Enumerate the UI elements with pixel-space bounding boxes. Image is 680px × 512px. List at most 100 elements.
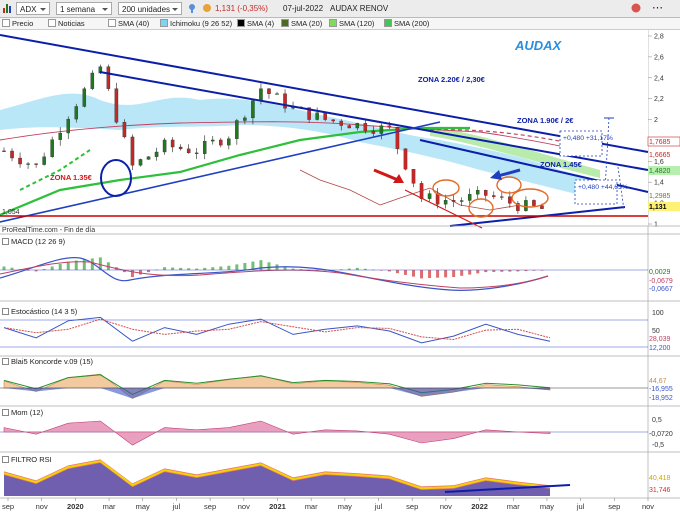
koncorde-value-2: -16,955 bbox=[649, 386, 673, 393]
legend-item-noticias[interactable]: Noticias bbox=[48, 19, 85, 29]
macd-bar bbox=[219, 266, 223, 270]
macd-bar bbox=[171, 267, 175, 270]
legend-item-precio[interactable]: Precio bbox=[2, 19, 33, 29]
candle-body bbox=[74, 106, 79, 120]
candle-body bbox=[211, 139, 215, 142]
candle-body bbox=[243, 117, 247, 121]
macd-value-1: 0,0029 bbox=[649, 269, 671, 276]
x-tick-label: nov bbox=[440, 502, 452, 511]
period-select[interactable]: 1 semana bbox=[56, 2, 112, 15]
x-tick-label: mar bbox=[103, 502, 116, 511]
price-tick: 1,4 bbox=[654, 180, 664, 187]
ticker-select[interactable]: ADX bbox=[16, 2, 50, 15]
pin-icon[interactable] bbox=[186, 2, 198, 15]
chart-title: AUDAX bbox=[514, 38, 563, 53]
macd-bar bbox=[436, 270, 440, 278]
price-tick: 1 bbox=[654, 222, 658, 229]
mom-value: -0,0720 bbox=[649, 431, 673, 438]
window-icon[interactable] bbox=[630, 2, 642, 15]
macd-bar bbox=[139, 270, 142, 275]
macd-panel: 0,0029 -0,0679 -0,0667 bbox=[0, 257, 673, 293]
macd-bar bbox=[355, 267, 359, 270]
momentum-title[interactable]: Mom (12) bbox=[2, 408, 43, 417]
macd-bar bbox=[82, 259, 86, 270]
candle-body bbox=[219, 139, 223, 146]
legend-item-sma40[interactable]: SMA (40) bbox=[108, 19, 149, 29]
macd-bar bbox=[130, 270, 134, 277]
koncorde-title[interactable]: Blai5 Koncorde v.09 (15) bbox=[2, 357, 93, 366]
x-tick-label: 2022 bbox=[471, 502, 488, 511]
x-tick-label: jul bbox=[172, 502, 181, 511]
x-tick-label: may bbox=[136, 502, 150, 511]
legend-item-ichimoku[interactable]: Ichimoku (9 26 52) bbox=[160, 19, 232, 29]
macd-bar bbox=[243, 263, 247, 270]
x-tick-label: 2021 bbox=[269, 502, 286, 511]
stoch-value-1: 28,039 bbox=[649, 336, 671, 343]
candle-body bbox=[451, 200, 456, 202]
legend-item-sma120[interactable]: SMA (120) bbox=[329, 19, 374, 29]
candle-body bbox=[58, 132, 62, 140]
stochastic-title[interactable]: Estocástico (14 3 5) bbox=[2, 307, 77, 316]
candle-body bbox=[347, 125, 352, 129]
macd-value-3: -0,0667 bbox=[649, 286, 673, 293]
toolbar: ADX 1 semana 200 unidades 1,131 (-0,35%)… bbox=[0, 0, 680, 18]
x-tick-label: nov bbox=[238, 502, 250, 511]
macd-value-2: -0,0679 bbox=[649, 278, 673, 285]
candle-body bbox=[524, 200, 528, 211]
price-tick: 2,8 bbox=[654, 34, 664, 41]
macd-bar bbox=[163, 267, 167, 270]
legend-item-sma200[interactable]: SMA (200) bbox=[384, 19, 429, 29]
rsi-title[interactable]: FILTRO RSI bbox=[2, 455, 52, 464]
candle-body bbox=[363, 123, 368, 132]
info-icon[interactable] bbox=[202, 2, 212, 15]
momentum-panel: 0,5 -0,0720 -0,5 bbox=[0, 417, 673, 449]
candle-body bbox=[162, 139, 167, 153]
candle-body bbox=[355, 123, 360, 129]
target-2-abs: +0,480 +44,65% bbox=[578, 184, 628, 191]
x-tick-label: sep bbox=[204, 502, 216, 511]
candle-body bbox=[186, 148, 191, 154]
koncorde-value-3: -18,952 bbox=[649, 395, 673, 402]
macd-bar bbox=[2, 266, 6, 270]
macd-title[interactable]: MACD (12 26 9) bbox=[2, 237, 65, 246]
macd-bar bbox=[235, 264, 239, 270]
price-change: 1,131 (-0,35%) bbox=[215, 4, 268, 13]
candle-body bbox=[202, 140, 207, 154]
time-axis: sep nov 2020 mar may jul sep nov 2021 mar may jul se… bbox=[2, 498, 654, 511]
stoch-k-line bbox=[3, 316, 551, 344]
price-tick: 2,4 bbox=[654, 75, 664, 82]
macd-bar bbox=[10, 267, 14, 270]
candle-body bbox=[323, 112, 327, 120]
chart-menu-icon[interactable] bbox=[2, 2, 12, 14]
candle-body bbox=[154, 151, 159, 157]
candle-body bbox=[395, 127, 400, 149]
macd-bar bbox=[452, 270, 456, 277]
candle-body bbox=[419, 183, 424, 199]
macd-bar bbox=[468, 270, 472, 275]
candle-body bbox=[251, 100, 255, 119]
candle-body bbox=[387, 125, 392, 128]
target-1-abs: +0,480 +31,17% bbox=[563, 135, 613, 142]
units-select[interactable]: 200 unidades bbox=[118, 2, 182, 15]
candle-body bbox=[379, 125, 384, 134]
candle-body bbox=[500, 196, 504, 198]
price-tick: 2 bbox=[654, 117, 658, 124]
macd-bar bbox=[66, 261, 70, 270]
candle-body bbox=[42, 156, 46, 165]
legend-item-sma20[interactable]: SMA (20) bbox=[281, 19, 322, 29]
candle-body bbox=[259, 88, 263, 101]
candle-body bbox=[235, 120, 239, 139]
candle-body bbox=[331, 119, 335, 122]
candle-body bbox=[492, 195, 496, 197]
candle-body bbox=[82, 88, 87, 107]
candle-body bbox=[66, 118, 70, 134]
macd-bar bbox=[420, 270, 424, 279]
legend-item-sma4[interactable]: SMA (4) bbox=[237, 19, 274, 29]
koncorde-blue-area bbox=[4, 388, 550, 399]
x-tick-label: mar bbox=[305, 502, 318, 511]
more-options-icon[interactable]: ⋯ bbox=[652, 2, 672, 15]
macd-bar bbox=[460, 270, 464, 276]
macd-bar bbox=[476, 270, 480, 274]
stoch-value-2: 12,200 bbox=[649, 345, 671, 352]
candle-body bbox=[138, 159, 143, 166]
